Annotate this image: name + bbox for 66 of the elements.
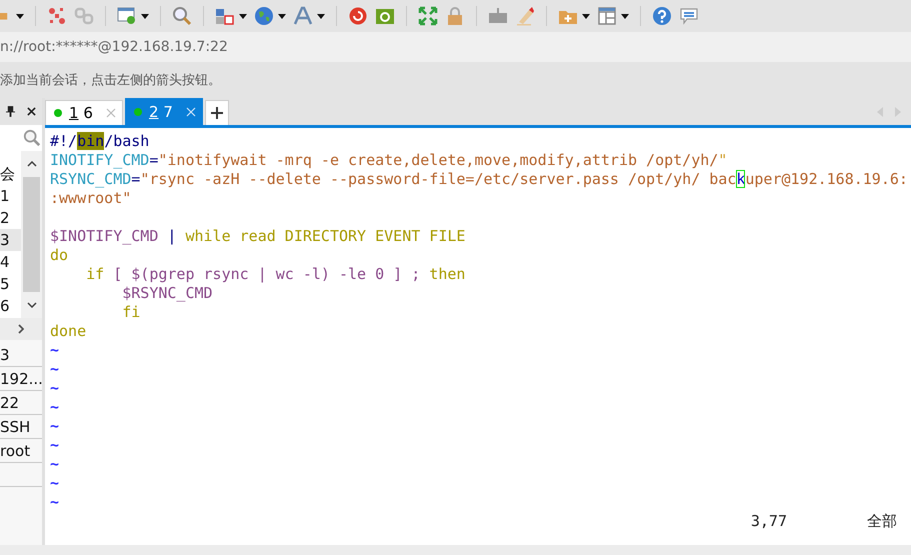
pen-icon[interactable]	[515, 6, 535, 26]
lock-icon[interactable]	[445, 6, 465, 26]
code-line: $INOTIFY_CMD | while read DIRECTORY EVENT FILE	[50, 227, 466, 245]
code-line: ~	[50, 398, 60, 416]
help-icon[interactable]	[652, 6, 672, 26]
fullscreen-icon[interactable]	[418, 6, 438, 26]
caret-icon[interactable]	[621, 14, 629, 18]
code-line: do	[50, 246, 68, 264]
code-line: RSYNC_CMD="rsync -azH --delete --password-file=/etc/server.pass /opt/yh/ backuper@192.168.19.6:	[50, 170, 908, 188]
code-line: ~	[50, 455, 60, 473]
code-line: ~	[50, 360, 60, 378]
plus-icon	[211, 107, 223, 119]
property-value: 192...	[0, 370, 42, 388]
session-tab[interactable]: 2 7	[125, 98, 203, 125]
code-line: INOTIFY_CMD="inotifywait -mrq -e create,delete,move,modify,attrib /opt/yh/"	[50, 151, 728, 169]
code-line: fi	[121, 303, 140, 321]
caret-icon[interactable]	[317, 14, 325, 18]
layout-icon[interactable]	[215, 6, 235, 26]
app-icon[interactable]	[375, 6, 395, 26]
session-item[interactable]: 4	[0, 251, 21, 273]
code-line: :wwwroot"	[50, 189, 132, 207]
caret-icon[interactable]	[141, 14, 149, 18]
add-tab-button[interactable]	[205, 100, 229, 125]
scroll-right-icon[interactable]	[18, 324, 24, 334]
scroll-position: 全部	[867, 512, 897, 531]
session-tab[interactable]: 1 6	[45, 100, 123, 125]
address-field[interactable]: n://root:******@192.168.19.7:22	[0, 32, 911, 62]
code-line: #!/bin/bash	[50, 132, 150, 150]
property-value: 22	[0, 394, 20, 412]
code-line: $RSYNC_CMD	[121, 284, 213, 302]
code-line: ~	[50, 493, 60, 511]
property-value: SSH	[0, 418, 30, 436]
panes-icon[interactable]	[597, 6, 617, 26]
code-line: ~	[50, 436, 60, 454]
disconnect-icon[interactable]	[47, 6, 67, 26]
search-icon[interactable]	[172, 6, 192, 26]
session-item[interactable]: 3	[0, 229, 21, 251]
search-icon[interactable]	[23, 129, 41, 147]
session-item[interactable]: 1	[0, 185, 21, 207]
code-line: ~	[50, 341, 60, 359]
scroll-down-icon[interactable]	[26, 302, 36, 308]
caret-icon[interactable]	[278, 14, 286, 18]
caret-icon[interactable]	[239, 14, 247, 18]
session-item[interactable]: 6	[0, 295, 21, 317]
session-item[interactable]: 2	[0, 207, 21, 229]
scrollbar[interactable]	[0, 318, 42, 340]
scroll-up-icon[interactable]	[26, 161, 36, 167]
property-value: root	[0, 442, 30, 460]
code-line: if [ $(pgrep rsync | wc -l) -le 0 ] ; then	[85, 265, 466, 283]
cursor-position: 3,77	[750, 512, 787, 531]
window-settings-icon[interactable]	[117, 6, 137, 26]
code-line: done	[50, 322, 86, 340]
swirl-icon[interactable]	[348, 6, 368, 26]
property-value: 3	[0, 346, 10, 364]
session-item[interactable]: 5	[0, 273, 21, 295]
caret-icon[interactable]	[582, 14, 590, 18]
caret-icon[interactable]	[16, 14, 24, 18]
code-line: ~	[50, 474, 60, 492]
chat-icon[interactable]	[679, 6, 699, 26]
session-item[interactable]: 会	[0, 163, 21, 185]
pin-icon[interactable]	[6, 106, 15, 117]
close-icon[interactable]	[27, 107, 36, 116]
hint-text: 添加当前会话，点击左侧的箭头按钮。	[0, 72, 221, 89]
code-line: ~	[50, 417, 60, 435]
code-line: ~	[50, 379, 60, 397]
scrollbar[interactable]	[21, 151, 42, 318]
